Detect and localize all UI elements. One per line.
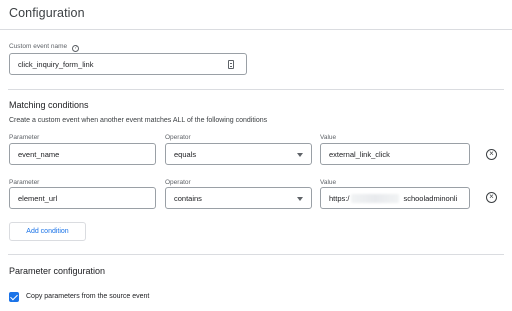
divider [8, 89, 504, 90]
operator-label: Operator [165, 179, 191, 186]
custom-event-label-row: Custom event name ? [9, 43, 79, 52]
parameter-configuration-heading: Parameter configuration [9, 266, 106, 276]
parameter-label: Parameter [9, 134, 40, 141]
parameter-value: element_url [18, 193, 58, 203]
value-label: Value [320, 134, 337, 141]
custom-event-name-value: click_inquiry_form_link [18, 59, 94, 69]
document-icon [228, 60, 234, 69]
chevron-down-icon [297, 197, 303, 201]
matching-conditions-heading: Matching conditions [9, 100, 89, 110]
parameter-input[interactable]: event_name [9, 143, 156, 165]
remove-condition-button[interactable]: × [486, 192, 497, 203]
remove-condition-button[interactable]: × [486, 149, 497, 160]
value-input[interactable]: https:/ schooladminonli [320, 187, 470, 209]
parameter-input[interactable]: element_url [9, 187, 156, 209]
copy-parameters-checkbox[interactable] [9, 292, 19, 302]
add-condition-button[interactable]: Add condition [9, 222, 86, 241]
close-circle-icon: × [489, 149, 494, 158]
value-prefix: https:/ [329, 193, 350, 203]
value-input[interactable]: external_link_click [320, 143, 470, 165]
value-suffix: schooladminonli [403, 193, 458, 203]
close-circle-icon: × [489, 192, 494, 201]
custom-event-label: Custom event name [9, 43, 68, 50]
chevron-down-icon [297, 153, 303, 157]
page-title: Configuration [9, 6, 85, 20]
divider [0, 29, 512, 30]
parameter-label: Parameter [9, 179, 40, 186]
help-circle-icon[interactable]: ? [71, 45, 79, 52]
custom-event-name-input[interactable]: click_inquiry_form_link [9, 53, 247, 75]
configuration-panel: Configuration Custom event name ? click_… [0, 0, 512, 311]
operator-value: equals [174, 149, 197, 159]
copy-parameters-label[interactable]: Copy parameters from the source event [26, 293, 149, 300]
operator-select[interactable]: contains [165, 187, 312, 209]
redacted-text [351, 193, 400, 203]
value-text: external_link_click [329, 149, 390, 159]
parameter-value: event_name [18, 149, 60, 159]
operator-label: Operator [165, 134, 191, 141]
operator-select[interactable]: equals [165, 143, 312, 165]
divider [8, 254, 504, 255]
matching-conditions-description: Create a custom event when another event… [9, 117, 268, 124]
value-label: Value [320, 179, 337, 186]
operator-value: contains [174, 193, 202, 203]
